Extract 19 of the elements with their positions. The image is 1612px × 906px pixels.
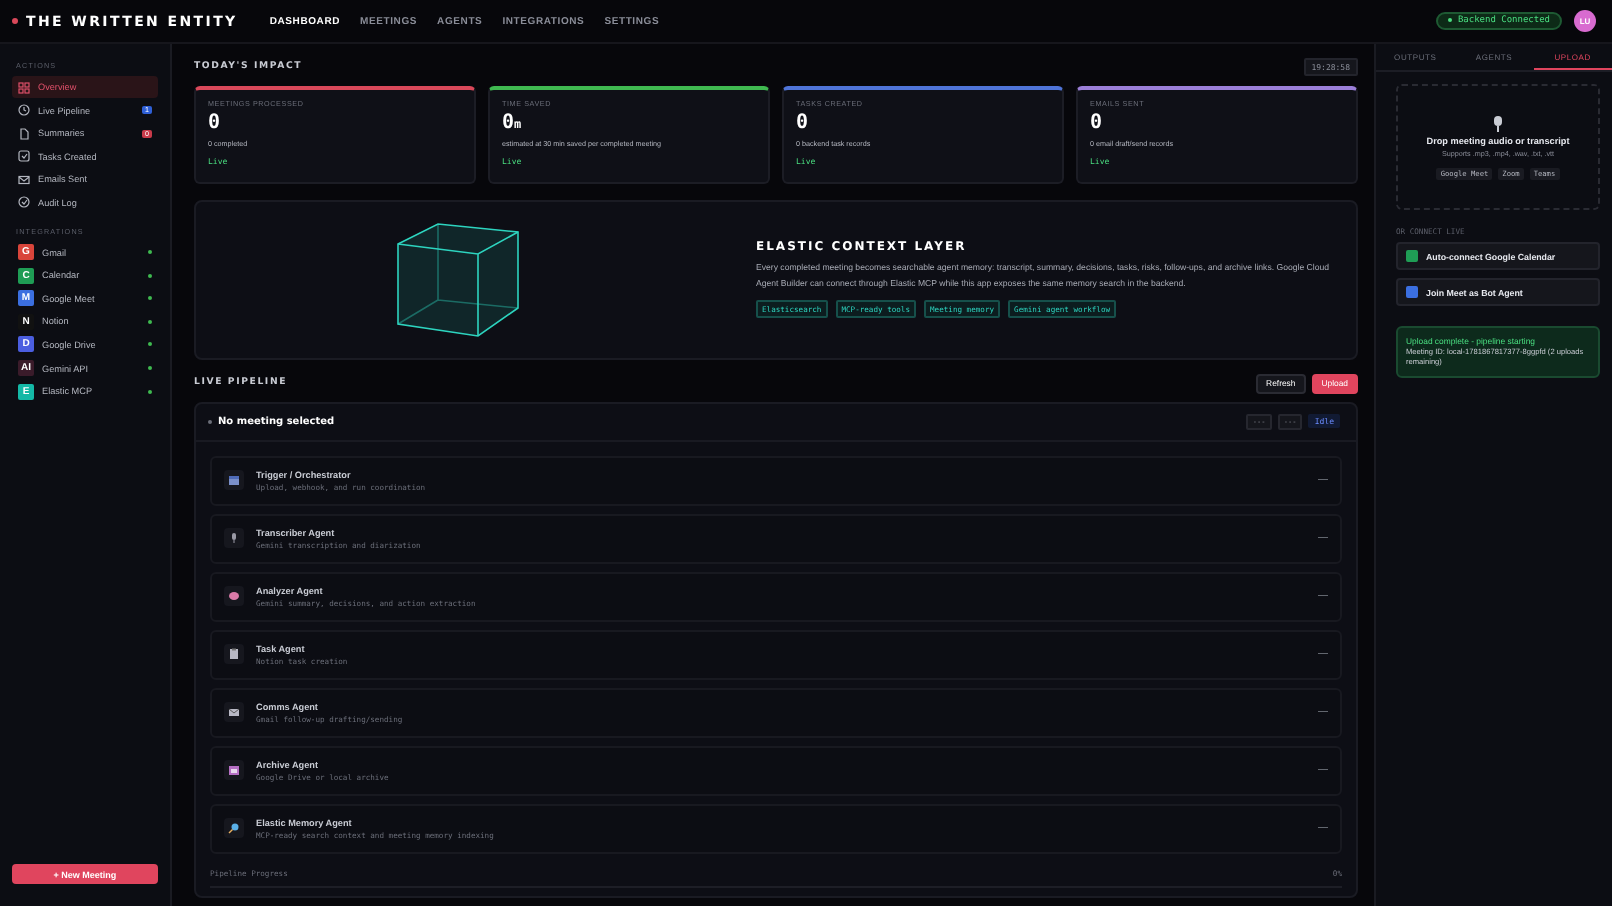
calendar-icon [228, 474, 240, 486]
cube-drawing [396, 221, 520, 338]
clock-icon [18, 104, 30, 117]
microphone-icon [228, 532, 240, 544]
checkbox-icon [18, 150, 30, 163]
stat-value: 0 [796, 111, 811, 134]
brand-dot-icon [12, 18, 18, 24]
stat-value: 0 [1090, 111, 1105, 134]
grid-icon [18, 81, 30, 93]
check-circle-icon [18, 196, 30, 209]
microphone-icon [1492, 115, 1504, 131]
clipboard-icon [228, 648, 240, 660]
mail-icon [18, 173, 30, 186]
magnifier-icon [228, 822, 240, 834]
document-icon [18, 127, 30, 140]
brain-icon [228, 590, 240, 602]
archive-box-icon [228, 764, 240, 776]
envelope-icon [228, 706, 240, 718]
stat-value: 0 [208, 111, 223, 134]
